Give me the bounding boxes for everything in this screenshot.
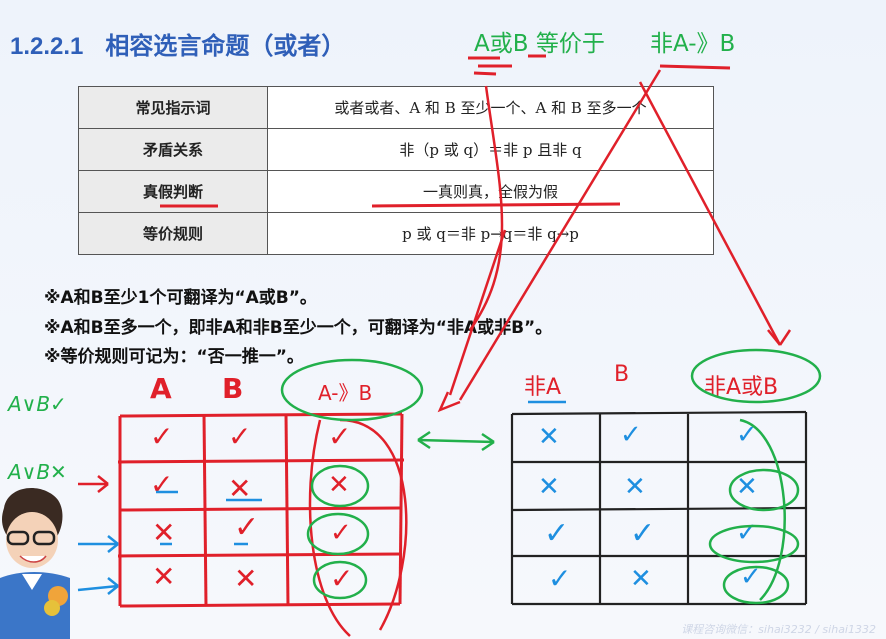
slide: 1.2.2.1 相容选言命题（或者） A或B 等价于 非A-》B 常见指示词 或者… [0, 0, 886, 639]
right-grid-lines [510, 410, 808, 606]
side-arrow [78, 475, 109, 493]
green-circles [280, 348, 822, 605]
blue-arrows [77, 400, 566, 595]
footer-contact: 课程咨询微信：sihai3232 / sihai1332 [681, 623, 876, 636]
double-arrow [417, 430, 495, 452]
teacher-avatar [0, 488, 70, 639]
top-underlines [160, 54, 731, 208]
left-grid-lines [117, 412, 405, 608]
red-pen-strokes [308, 69, 792, 637]
pen-annotations [77, 54, 822, 637]
